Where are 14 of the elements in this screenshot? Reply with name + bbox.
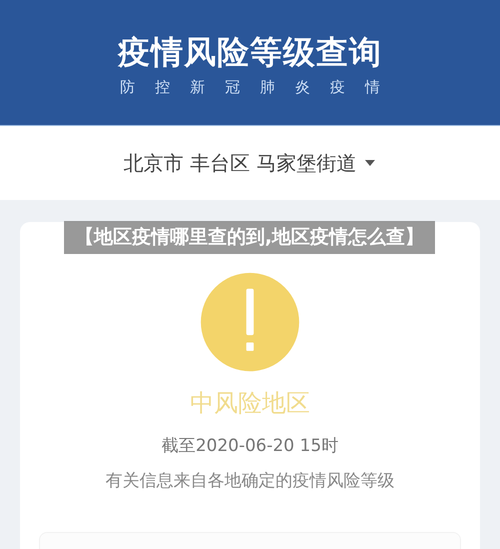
subtitle-character: 肺 xyxy=(260,78,275,96)
source-note: 有关信息来自各地确定的疫情风险等级 xyxy=(106,470,394,492)
subtitle-character: 防 xyxy=(120,78,135,96)
page-title: 疫情风险等级查询 xyxy=(118,32,382,72)
subtitle-character: 炎 xyxy=(295,78,310,96)
risk-level-label: 中风险地区 xyxy=(190,388,310,418)
subtitle-character: 新 xyxy=(190,78,205,96)
subtitle-character: 控 xyxy=(155,78,170,96)
subtitle-character: 情 xyxy=(365,78,380,96)
caption-overlay: 【地区疫情哪里查的到,地区疫情怎么查】 xyxy=(64,221,435,254)
subtitle-character: 疫 xyxy=(330,78,345,96)
caret-icon xyxy=(364,159,376,167)
subtitle-character: 冠 xyxy=(225,78,240,96)
timestamp-text: 截至2020-06-20 15时 xyxy=(162,435,338,458)
